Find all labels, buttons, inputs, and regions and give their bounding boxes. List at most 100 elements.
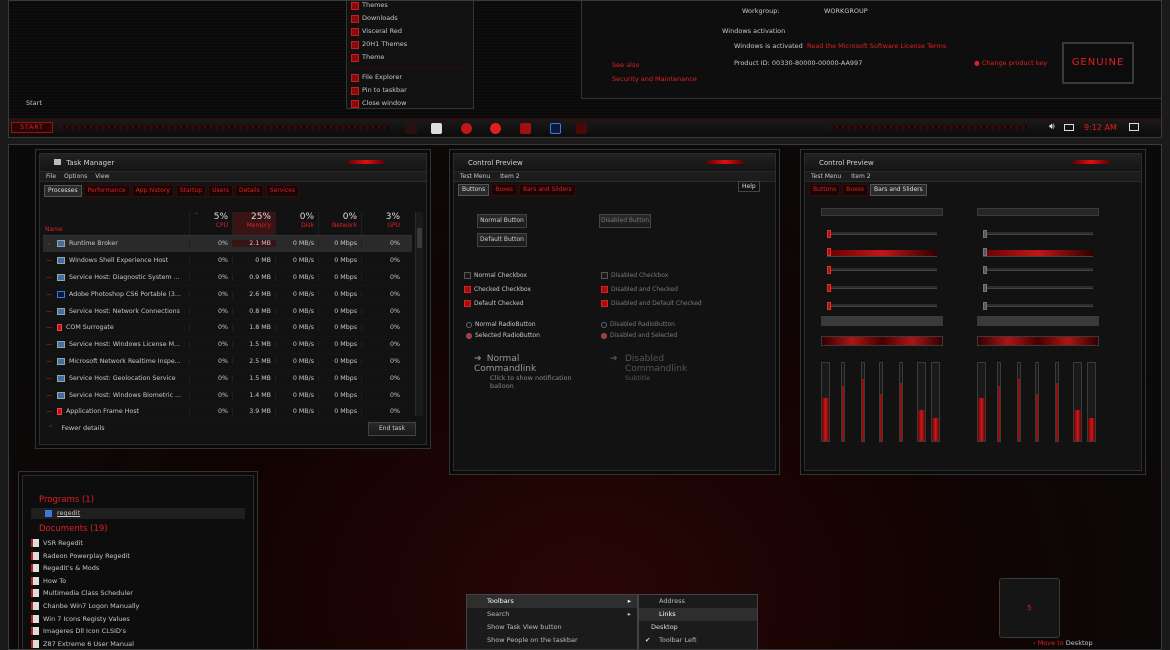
expand-icon[interactable]: —: [46, 257, 52, 264]
scrollbar-thumb[interactable]: [417, 228, 422, 248]
context-item-search[interactable]: Search ▸: [467, 608, 637, 621]
default-button[interactable]: Default Button: [477, 233, 527, 247]
virtual-desktop-tile[interactable]: 5: [999, 578, 1060, 638]
slider-thumb[interactable]: [827, 302, 831, 310]
menu-item2[interactable]: Item 2: [851, 173, 870, 180]
slider-track[interactable]: [827, 232, 937, 235]
tab-buttons[interactable]: Buttons: [458, 184, 490, 196]
tab-boxes[interactable]: Boxes: [491, 184, 518, 196]
document-item[interactable]: Regedit's & Mods: [23, 562, 253, 575]
app-icon-1[interactable]: [461, 123, 472, 134]
tab-boxes[interactable]: Boxes: [842, 184, 869, 196]
slider-thumb[interactable]: [827, 248, 831, 256]
slider-thumb[interactable]: [983, 284, 987, 292]
table-row[interactable]: — COM Surrogate 0% 1.8 MB 0 MB/s 0 Mbps 0%: [43, 320, 412, 337]
table-row[interactable]: — Service Host: Diagnostic System ... 0% 0.…: [43, 270, 412, 287]
slider-track[interactable]: [983, 232, 1093, 235]
expand-chevron-icon[interactable]: ⌄: [46, 240, 51, 247]
submenu-links[interactable]: Links: [639, 608, 757, 621]
start-menu-context-item[interactable]: File Explorer: [347, 71, 473, 84]
table-row[interactable]: — Application Frame Host 0% 3.9 MB 0 MB/s 0 M…: [43, 404, 412, 421]
document-item[interactable]: Multimedia Class Scheduler: [23, 587, 253, 600]
tab-buttons[interactable]: Buttons: [809, 184, 841, 196]
tab-details[interactable]: Details: [234, 185, 264, 197]
menu-item[interactable]: View: [95, 173, 109, 180]
table-row[interactable]: — Microsoft Network Realtime Inspe... 0% 2.…: [43, 354, 412, 371]
tab-processes[interactable]: Processes: [44, 185, 82, 197]
name-header[interactable]: Name: [45, 226, 63, 233]
slider-thumb[interactable]: [827, 230, 831, 238]
slider-thumb[interactable]: [827, 266, 831, 274]
slider-track[interactable]: [983, 304, 1093, 307]
context-item-toolbars[interactable]: Toolbars ▸: [467, 595, 637, 608]
column-header-gpu[interactable]: 3% GPU: [361, 212, 404, 235]
table-row[interactable]: — Service Host: Network Connections 0% 0.8 …: [43, 303, 412, 320]
table-row[interactable]: — Service Host: Geolocation Service 0% 1.5 …: [43, 370, 412, 388]
change-key-link[interactable]: ● Change product key: [974, 59, 1047, 67]
start-menu-context-item[interactable]: Close window: [347, 97, 473, 110]
app-icon-2[interactable]: [490, 123, 501, 134]
column-header-network[interactable]: 0% Network: [318, 212, 361, 235]
security-link[interactable]: Security and Maintenance: [612, 75, 697, 83]
tab-bars-sliders[interactable]: Bars and Sliders: [519, 184, 576, 196]
network-icon[interactable]: [1064, 124, 1074, 131]
document-item[interactable]: Chanbe Win7 Logon Manually: [23, 600, 253, 613]
start-menu-item[interactable]: Themes: [347, 1, 473, 12]
slider-thumb[interactable]: [827, 284, 831, 292]
expand-icon[interactable]: —: [46, 308, 52, 315]
expand-icon[interactable]: —: [46, 324, 52, 331]
submenu-toolbar-left[interactable]: ✔ Toolbar Left: [639, 634, 757, 647]
normal-radio[interactable]: Normal RadioButton: [466, 321, 536, 328]
table-row[interactable]: — Service Host: Windows License M... 0% 1.5…: [43, 337, 412, 354]
table-row[interactable]: — Adobe Photoshop CS6 Portable (3... 0% 2.6…: [43, 286, 412, 304]
table-row[interactable]: — Windows Shell Experience Host 0% 0 MB 0 MB…: [43, 253, 412, 270]
start-button[interactable]: START: [11, 122, 53, 133]
expand-icon[interactable]: —: [46, 274, 52, 281]
clock[interactable]: 9:12 AM: [1084, 123, 1117, 132]
submenu-address[interactable]: Address: [639, 595, 757, 608]
expand-icon[interactable]: —: [46, 341, 52, 348]
slider-track[interactable]: [827, 250, 937, 257]
photoshop-icon[interactable]: [550, 123, 561, 134]
menu-item[interactable]: Options: [64, 173, 87, 180]
store-icon[interactable]: [431, 123, 442, 134]
start-menu-context-item[interactable]: Pin to taskbar: [347, 84, 473, 97]
context-item-show-people-on-the-taskbar[interactable]: Show People on the taskbar: [467, 634, 637, 647]
action-center-icon[interactable]: [1129, 123, 1139, 131]
selected-radio[interactable]: Selected RadioButton: [466, 332, 540, 339]
document-item[interactable]: Imageres Dll Icon CLSID's: [23, 625, 253, 638]
slider-track[interactable]: [983, 286, 1093, 289]
document-item[interactable]: Radeon Powerplay Regedit: [23, 550, 253, 563]
start-menu-item[interactable]: 20H1 Themes: [347, 38, 473, 51]
slider-track[interactable]: [827, 304, 937, 307]
default-checked-checkbox[interactable]: Default Checked: [464, 300, 524, 307]
normal-button[interactable]: Normal Button: [477, 214, 527, 228]
volume-icon[interactable]: 🔊︎: [1049, 122, 1055, 132]
tab-performance[interactable]: Performance: [83, 185, 130, 197]
expand-icon[interactable]: —: [46, 358, 52, 365]
program-regedit[interactable]: regedit: [31, 508, 245, 519]
slider-track[interactable]: [983, 250, 1093, 257]
slider-thumb[interactable]: [983, 230, 987, 238]
expand-icon[interactable]: —: [46, 375, 52, 382]
menu-test[interactable]: Test Menu: [460, 173, 490, 180]
slider-track[interactable]: [983, 268, 1093, 271]
submenu-desktop[interactable]: Desktop: [639, 621, 757, 634]
app-icon-4[interactable]: [576, 123, 587, 134]
tab-app-history[interactable]: App history: [131, 185, 174, 197]
tab-services[interactable]: Services: [265, 185, 300, 197]
fewer-details[interactable]: ⌃ Fewer details: [48, 424, 105, 432]
slider-track[interactable]: [827, 286, 937, 289]
tab-startup[interactable]: Startup: [175, 185, 207, 197]
normal-checkbox[interactable]: Normal Checkbox: [464, 272, 527, 279]
expand-icon[interactable]: —: [46, 291, 52, 298]
slider-thumb[interactable]: [983, 302, 987, 310]
menu-item[interactable]: File: [46, 173, 56, 180]
checked-checkbox[interactable]: Checked Checkbox: [464, 286, 531, 293]
expand-icon[interactable]: —: [46, 408, 52, 415]
column-header-disk[interactable]: 0% Disk: [275, 212, 318, 235]
menu-test[interactable]: Test Menu: [811, 173, 841, 180]
document-item[interactable]: Z87 Extreme 6 User Manual: [23, 638, 253, 649]
app-icon-3[interactable]: [520, 123, 531, 134]
task-view-icon[interactable]: [406, 123, 417, 134]
